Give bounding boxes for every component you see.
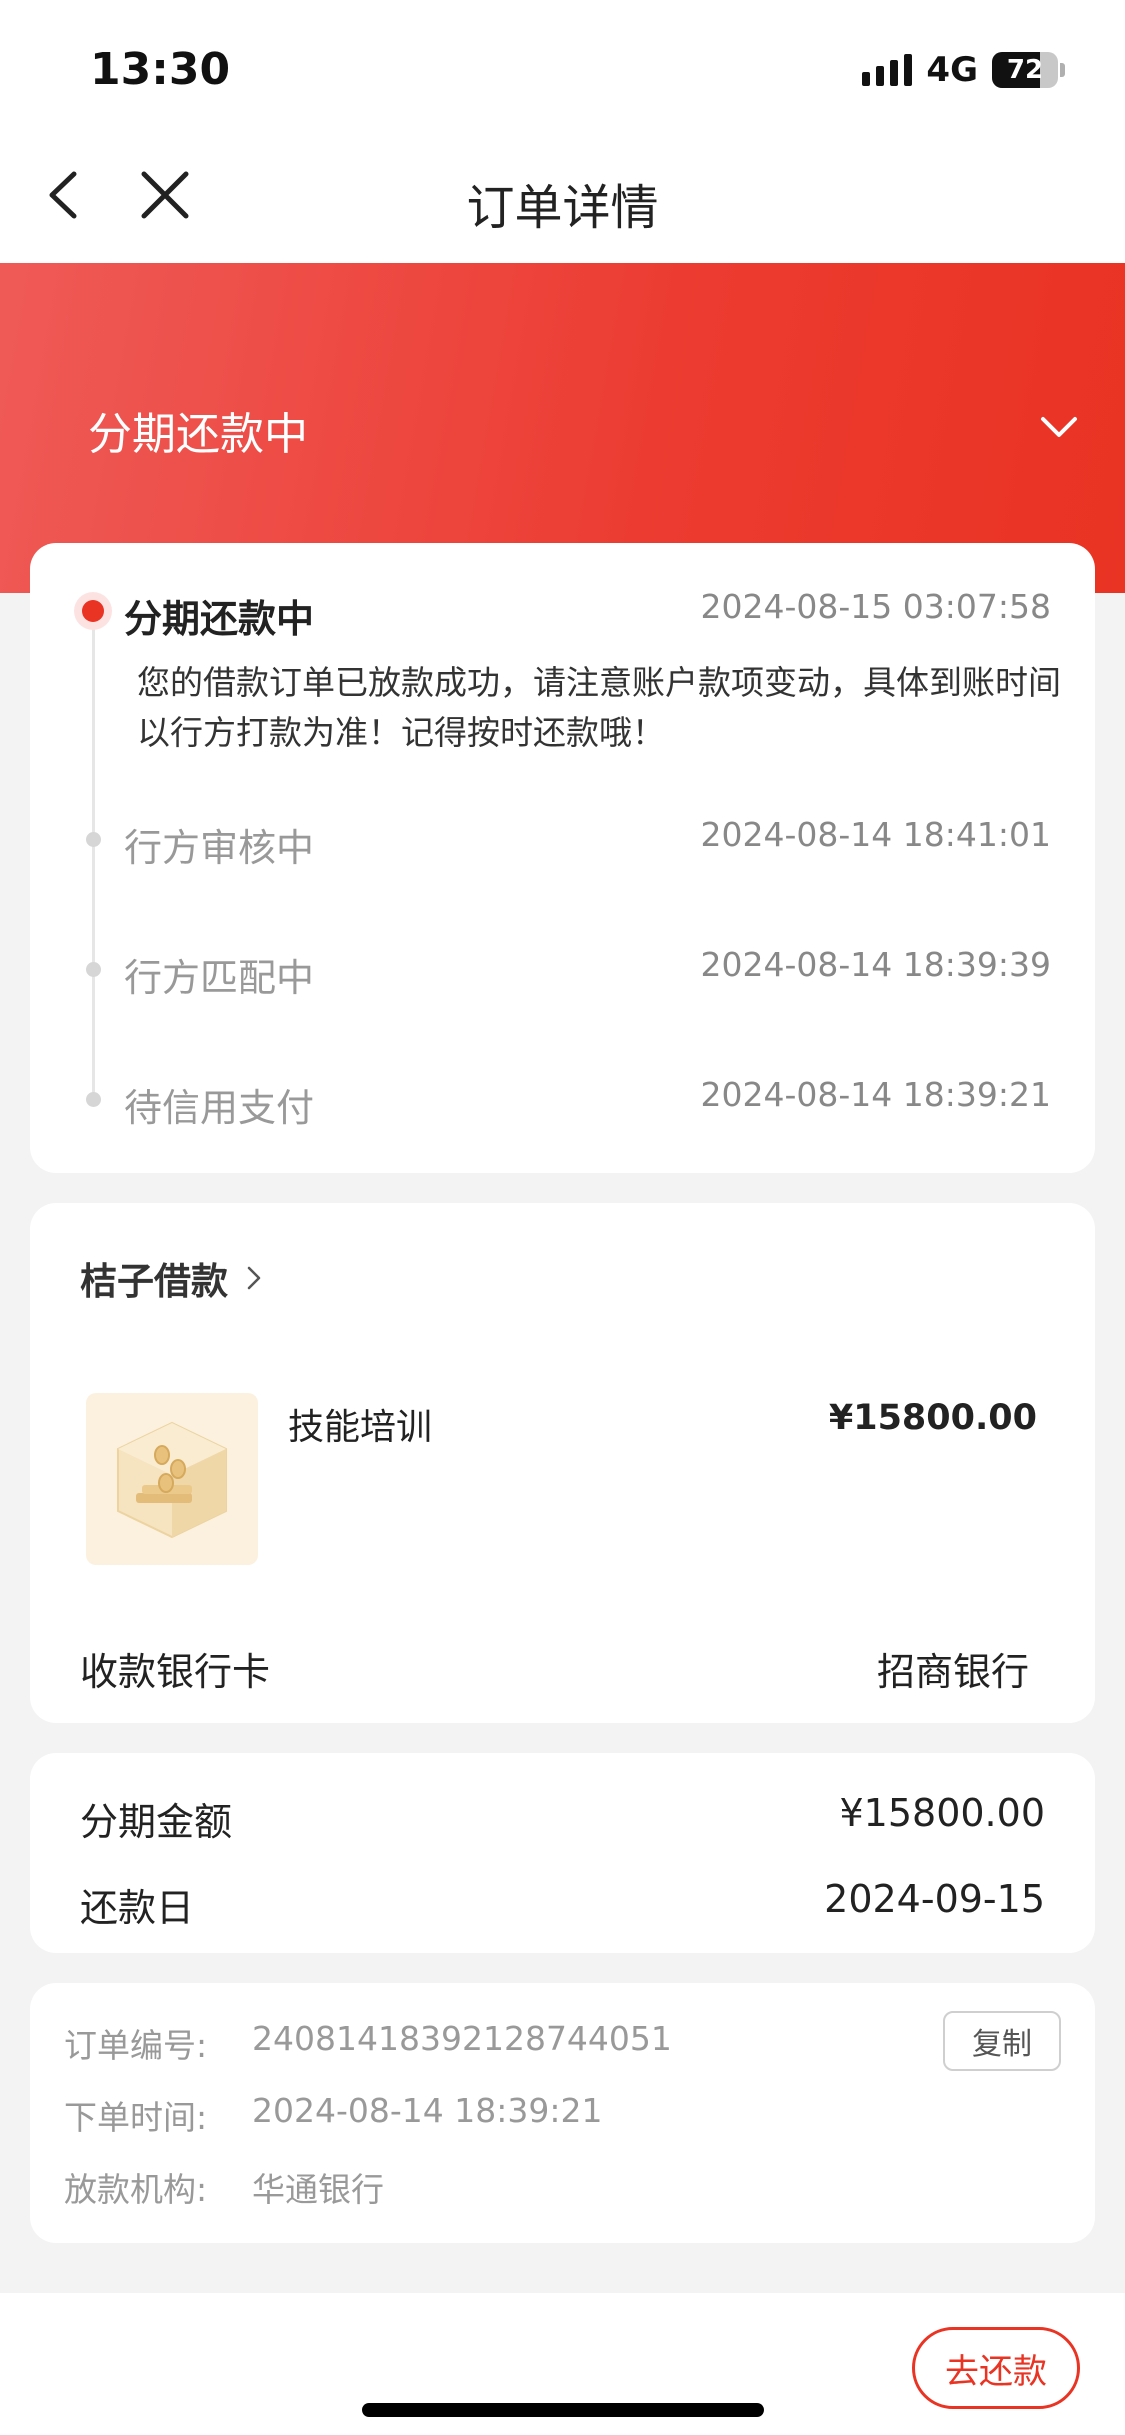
chevron-down-icon: [1041, 417, 1077, 437]
installment-amount-label: 分期金额: [80, 1800, 233, 1844]
order-time-value: 2024-08-14 18:39:21: [252, 2091, 603, 2130]
order-number-label: 订单编号:: [64, 2026, 208, 2065]
chevron-right-icon: [247, 1266, 261, 1290]
page-title: 订单详情: [466, 180, 659, 236]
banner-status: 分期还款中: [88, 409, 308, 460]
banner-expand-toggle[interactable]: [1035, 403, 1083, 451]
installment-amount-value: ¥15800.00: [839, 1791, 1046, 1835]
due-date-label: 还款日: [80, 1886, 195, 1930]
timeline-step-title: 分期还款中: [124, 597, 315, 641]
timeline-step-time: 2024-08-14 18:39:39: [700, 945, 1051, 984]
repay-button[interactable]: 去还款: [912, 2327, 1080, 2409]
coin-box-icon: [117, 1421, 227, 1539]
merchant-name: 桔子借款: [80, 1260, 228, 1303]
lender-label: 放款机构:: [64, 2170, 208, 2209]
status-time: 13:30: [90, 44, 231, 95]
product-name: 技能培训: [288, 1407, 433, 1448]
network-type: 4G: [926, 50, 978, 90]
nav-bar: 订单详情: [0, 130, 1125, 265]
product-card: 桔子借款 技能培训 ¥15800.00 收款银行卡 招商银行: [30, 1203, 1095, 1723]
timeline-dot: [86, 832, 101, 847]
timeline-line: [92, 613, 95, 1093]
signal-icon: [862, 54, 913, 86]
bank-card-value: 招商银行: [876, 1650, 1029, 1694]
bank-card-label: 收款银行卡: [80, 1650, 271, 1694]
battery-percent: 72: [1006, 55, 1044, 85]
order-info-card: 订单编号: 24081418392128744051 复制 下单时间: 2024…: [30, 1983, 1095, 2243]
status-bar: 13:30 4G 72: [0, 0, 1125, 130]
home-indicator: [362, 2403, 764, 2417]
merchant-link[interactable]: 桔子借款: [80, 1251, 268, 1305]
status-indicators: 4G 72: [862, 50, 1065, 90]
lender-value: 华通银行: [252, 2170, 384, 2209]
timeline-step-time: 2024-08-14 18:39:21: [700, 1075, 1051, 1114]
product-price: ¥15800.00: [828, 1398, 1037, 1438]
timeline-step-title: 行方审核中: [124, 826, 315, 870]
due-date-value: 2024-09-15: [824, 1877, 1045, 1921]
timeline-dot: [86, 1092, 101, 1107]
copy-button[interactable]: 复制: [943, 2011, 1061, 2071]
timeline-step-title: 待信用支付: [124, 1086, 315, 1130]
timeline-step-title: 行方匹配中: [124, 956, 315, 1000]
timeline-step-time: 2024-08-15 03:07:58: [700, 587, 1051, 626]
bottom-action-bar: 去还款: [0, 2293, 1125, 2435]
timeline-dot-active: [74, 592, 112, 630]
installment-card: 分期金额 ¥15800.00 还款日 2024-09-15: [30, 1753, 1095, 1953]
product-image: [86, 1393, 258, 1565]
battery-tip: [1060, 63, 1065, 77]
timeline-step-time: 2024-08-14 18:41:01: [700, 815, 1051, 854]
battery-icon: 72: [992, 52, 1058, 88]
order-timeline: 分期还款中 2024-08-15 03:07:58 您的借款订单已放款成功，请注…: [30, 543, 1095, 1173]
order-number-value: 24081418392128744051: [252, 2019, 672, 2058]
order-time-label: 下单时间:: [64, 2098, 208, 2137]
timeline-step-description: 您的借款订单已放款成功，请注意账户款项变动，具体到账时间以行方打款为准！记得按时…: [137, 663, 1061, 752]
timeline-dot: [86, 962, 101, 977]
